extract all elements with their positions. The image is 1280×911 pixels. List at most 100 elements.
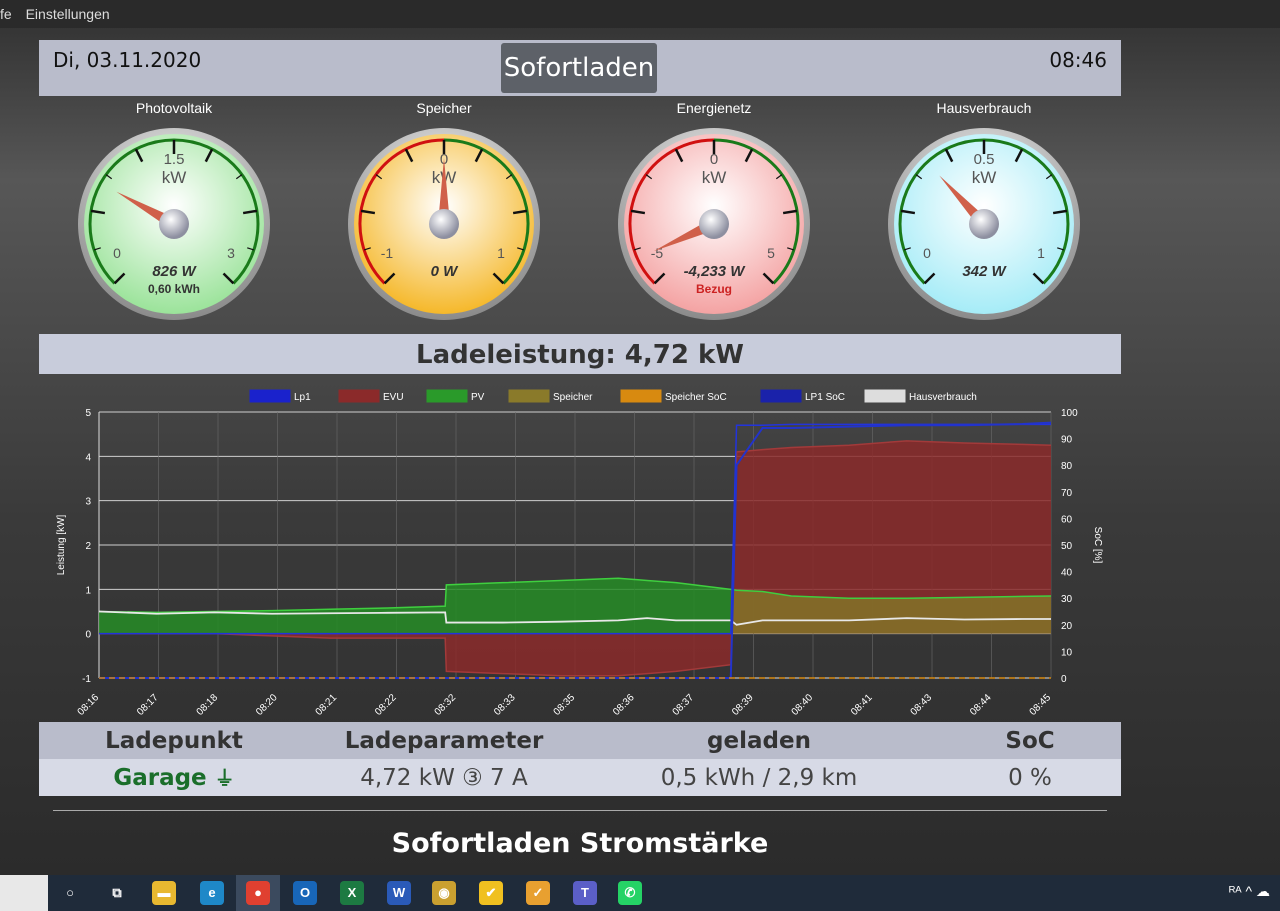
gauge-hub [159, 209, 189, 239]
gauge-mid-label: 1.5 [164, 151, 185, 168]
gauge-min-label: 0 [113, 245, 121, 261]
legend-swatch[interactable] [426, 389, 468, 403]
header-geladen: geladen [707, 728, 811, 754]
gauge-extra: 0,60 kWh [148, 282, 200, 296]
y2-tick-label: 30 [1061, 594, 1073, 605]
word-icon[interactable]: W [387, 881, 411, 905]
y2-tick-label: 50 [1061, 541, 1073, 552]
table-header-row: Ladepunkt Ladeparameter geladen SoC [39, 722, 1121, 759]
x-tick-label: 08:44 [968, 692, 994, 718]
legend-label[interactable]: Lp1 [294, 392, 311, 403]
excel-icon[interactable]: X [340, 881, 364, 905]
power-chart: -1 0 1 2 3 4 5 0 10 20 30 40 50 60 70 80 90 100 08:16 08:17… [39, 380, 1121, 720]
gauge-value: -4,233 W [684, 263, 747, 280]
task-view-icon[interactable]: ⧉ [105, 881, 129, 905]
y-tick-label: 4 [85, 452, 91, 463]
search-icon[interactable]: ○ [58, 881, 82, 905]
current-section-heading: Sofortladen Stromstärke [391, 828, 769, 859]
y2-tick-label: 0 [1061, 674, 1067, 685]
legend-swatch[interactable] [864, 389, 906, 403]
y2-tick-label: 80 [1061, 461, 1073, 472]
teams-icon[interactable]: T [573, 881, 597, 905]
charge-point-name: Garage [113, 765, 207, 791]
gauge-energienetz: Energienetz 0 kW -5 5 -4,233 W Bezug [614, 100, 814, 325]
x-tick-label: 08:36 [611, 692, 637, 718]
y2-axis-label: SoC [%] [1092, 527, 1103, 564]
legend-swatch[interactable] [620, 389, 662, 403]
y2-tick-label: 10 [1061, 647, 1073, 658]
gauge-unit: kW [972, 168, 997, 187]
gauge-speicher: Speicher0kW-110 W [344, 100, 544, 325]
gauge-unit: kW [702, 168, 727, 187]
x-tick-label: 08:43 [909, 692, 935, 718]
pv-series-area [99, 578, 731, 634]
gauge-max-label: 1 [1037, 245, 1045, 261]
charge-point-cell[interactable]: Garage ⏚ [39, 759, 309, 796]
legend-label[interactable]: PV [471, 392, 485, 403]
soc-cell: 0 % [1008, 765, 1052, 791]
header-soc: SoC [1005, 728, 1055, 754]
time-display: 08:46 [1049, 48, 1107, 72]
gauge-min-label: 0 [923, 245, 931, 261]
legend-swatch[interactable] [508, 389, 550, 403]
date-display: Di, 03.11.2020 [53, 48, 202, 72]
x-tick-label: 08:37 [671, 692, 697, 718]
menu-item-help[interactable]: fe [0, 6, 12, 22]
taskbar-search-box[interactable] [0, 875, 48, 911]
y2-tick-label: 90 [1061, 435, 1073, 446]
gauge-min-label: -1 [381, 245, 394, 261]
gauge-hausverbrauch: Hausverbrauch 0.5 kW 0 1 342 W [884, 100, 1084, 325]
legend-label[interactable]: EVU [383, 392, 404, 403]
x-tick-label: 08:45 [1028, 692, 1054, 718]
whatsapp-icon[interactable]: ✆ [618, 881, 642, 905]
x-tick-label: 08:41 [849, 692, 875, 718]
header-ladepunkt: Ladepunkt [105, 728, 243, 754]
charge-power-banner: Ladeleistung: 4,72 kW [39, 334, 1121, 374]
plug-icon: ⏚ [214, 766, 235, 790]
todo-icon[interactable]: ✓ [526, 881, 550, 905]
legend-label[interactable]: Hausverbrauch [909, 392, 977, 403]
legend-swatch[interactable] [249, 389, 291, 403]
y-tick-label: 5 [85, 408, 91, 419]
y-tick-label: 2 [85, 541, 91, 552]
header-bar: Di, 03.11.2020 Sofortladen 08:46 [39, 40, 1121, 96]
y2-tick-label: 100 [1061, 408, 1078, 419]
legend-label[interactable]: Speicher [553, 392, 593, 403]
y2-tick-label: 20 [1061, 621, 1073, 632]
charge-mode-button[interactable]: Sofortladen [501, 43, 657, 93]
x-tick-label: 08:33 [492, 692, 518, 718]
top-menu-bar: fe Einstellungen [0, 0, 1280, 28]
outlook-icon[interactable]: O [293, 881, 317, 905]
gauge-hub [429, 209, 459, 239]
x-tick-label: 08:39 [730, 692, 756, 718]
file-explorer-icon[interactable]: ▬ [152, 881, 176, 905]
legend-label[interactable]: Speicher SoC [665, 392, 727, 403]
charge-point-table: Ladepunkt Ladeparameter geladen SoC Gara… [39, 722, 1121, 796]
gauge-hub [969, 209, 999, 239]
legend-swatch[interactable] [760, 389, 802, 403]
gauge-unit: kW [162, 168, 187, 187]
gauge-value: 826 W [152, 263, 197, 280]
y-tick-label: 3 [85, 497, 91, 508]
norton-icon[interactable]: ✔ [479, 881, 503, 905]
gauge-max-label: 1 [497, 245, 505, 261]
y-axis-label: Leistung [kW] [56, 514, 67, 575]
system-tray[interactable]: ᴿᴬ ^ ☁ [1229, 883, 1270, 900]
gauge-max-label: 3 [227, 245, 235, 261]
x-tick-label: 08:32 [433, 692, 459, 718]
gauge-dial: 1.5kW 0 3 826 W 0,60 kWh [78, 128, 270, 320]
teams-meeting-icon[interactable]: ◉ [432, 881, 456, 905]
y2-tick-label: 60 [1061, 514, 1073, 525]
menu-item-settings[interactable]: Einstellungen [26, 6, 110, 22]
legend-label[interactable]: LP1 SoC [805, 392, 845, 403]
x-tick-label: 08:22 [373, 692, 399, 718]
edge-icon[interactable]: e [200, 881, 224, 905]
table-row[interactable]: Garage ⏚ 4,72 kW ③ 7 A 0,5 kWh / 2,9 km … [39, 759, 1121, 796]
gauge-value: 0 W [431, 263, 460, 280]
y2-tick-label: 40 [1061, 568, 1073, 579]
x-tick-label: 08:17 [135, 692, 161, 718]
x-tick-label: 08:40 [790, 692, 816, 718]
legend-swatch[interactable] [338, 389, 380, 403]
y-tick-label: 0 [85, 630, 91, 641]
chrome-icon[interactable]: ● [246, 881, 270, 905]
